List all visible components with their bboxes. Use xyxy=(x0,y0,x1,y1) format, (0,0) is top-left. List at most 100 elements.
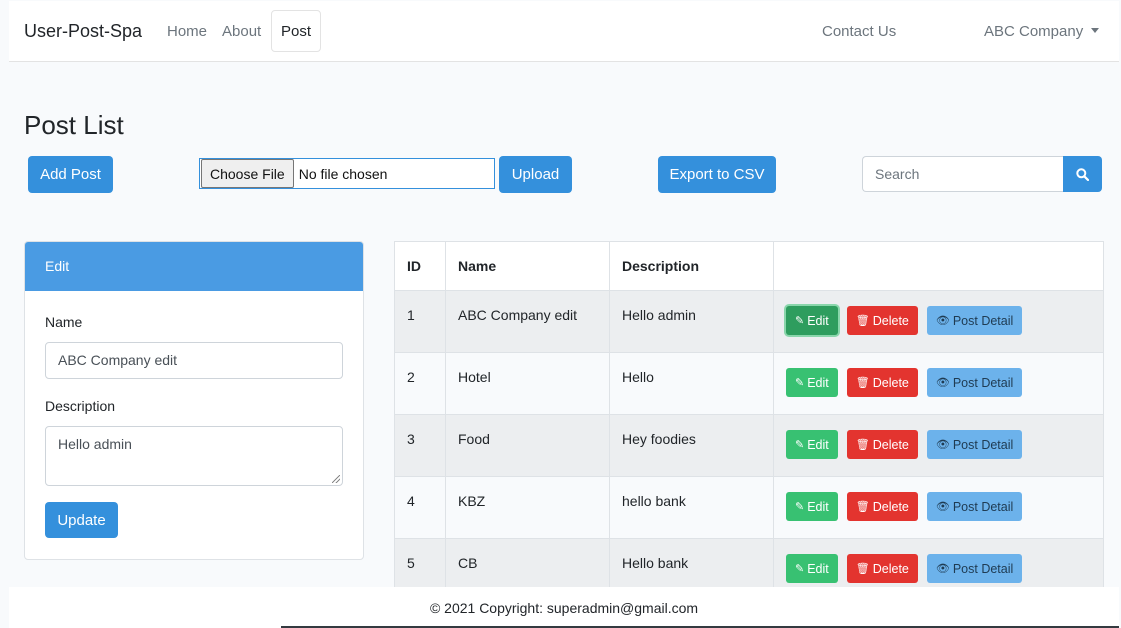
delete-button[interactable]: 🗑 Delete xyxy=(846,306,918,335)
navbar: User-Post-Spa Home About Post Contact Us… xyxy=(9,1,1119,62)
delete-label: Delete xyxy=(872,375,909,390)
export-csv-button[interactable]: Export to CSV xyxy=(658,156,776,193)
edit-button[interactable]: ✎ Edit xyxy=(786,306,838,335)
company-dropdown-label: ABC Company xyxy=(984,23,1084,40)
eye-icon: 👁 xyxy=(935,563,950,575)
table-row: 3 Food Hey foodies ✎ Edit 🗑 Delete 👁 Post Det… xyxy=(394,414,1104,477)
col-header-id: ID xyxy=(394,241,446,291)
file-input[interactable]: Choose File No file chosen xyxy=(199,158,495,189)
edit-card-header: Edit xyxy=(25,242,363,291)
post-detail-button[interactable]: 👁 Post Detail xyxy=(926,306,1023,335)
col-header-actions xyxy=(773,241,1104,291)
description-text: Hello admin xyxy=(58,436,132,452)
post-detail-button[interactable]: 👁 Post Detail xyxy=(926,368,1023,397)
eye-icon: 👁 xyxy=(935,501,950,513)
cell-id: 3 xyxy=(394,414,446,477)
search-icon xyxy=(1076,167,1089,181)
delete-button[interactable]: 🗑 Delete xyxy=(846,430,918,459)
footer-copyright: © 2021 Copyright: superadmin@gmail.com xyxy=(429,600,699,616)
cell-name: KBZ xyxy=(445,476,610,539)
col-header-name: Name xyxy=(445,241,610,291)
post-table: ID Name Description 1 ABC Company edit H… xyxy=(394,241,1104,601)
name-field[interactable]: ABC Company edit xyxy=(45,342,343,379)
post-detail-label: Post Detail xyxy=(952,561,1014,576)
name-label: Name xyxy=(45,314,83,330)
col-header-description: Description xyxy=(609,241,774,291)
delete-label: Delete xyxy=(872,437,909,452)
add-post-button[interactable]: Add Post xyxy=(28,156,113,193)
trash-icon: 🗑 xyxy=(855,315,870,327)
page-title: Post List xyxy=(24,110,124,140)
trash-icon: 🗑 xyxy=(855,377,870,389)
edit-icon: ✎ xyxy=(795,501,805,513)
cell-description: hello bank xyxy=(609,476,774,539)
cell-description: Hello admin xyxy=(609,290,774,353)
edit-button[interactable]: ✎ Edit xyxy=(786,430,838,459)
caret-down-icon xyxy=(1091,28,1100,33)
edit-label: Edit xyxy=(807,375,829,390)
eye-icon: 👁 xyxy=(935,377,950,389)
file-status: No file chosen xyxy=(298,165,388,182)
cell-id: 4 xyxy=(394,476,446,539)
post-detail-label: Post Detail xyxy=(952,437,1014,452)
edit-card: Edit Name ABC Company edit Description H… xyxy=(24,241,364,560)
post-detail-button[interactable]: 👁 Post Detail xyxy=(926,492,1023,521)
eye-icon: 👁 xyxy=(935,439,950,451)
edit-icon: ✎ xyxy=(795,377,805,389)
nav-post[interactable]: Post xyxy=(271,10,322,52)
delete-button[interactable]: 🗑 Delete xyxy=(846,492,918,521)
update-button[interactable]: Update xyxy=(45,502,118,538)
cell-id: 1 xyxy=(394,290,446,353)
edit-button[interactable]: ✎ Edit xyxy=(786,492,838,521)
resize-grip-icon[interactable] xyxy=(332,475,340,483)
edit-button[interactable]: ✎ Edit xyxy=(786,554,838,583)
table-header-row: ID Name Description xyxy=(394,241,1104,291)
description-label: Description xyxy=(45,398,116,414)
post-detail-button[interactable]: 👁 Post Detail xyxy=(926,554,1023,583)
edit-label: Edit xyxy=(807,313,829,328)
edit-label: Edit xyxy=(807,437,829,452)
delete-button[interactable]: 🗑 Delete xyxy=(846,554,918,583)
cell-actions: ✎ Edit 🗑 Delete 👁 Post Detail xyxy=(773,352,1104,415)
post-detail-label: Post Detail xyxy=(952,499,1014,514)
description-field[interactable]: Hello admin xyxy=(45,426,343,486)
delete-label: Delete xyxy=(872,499,909,514)
upload-button[interactable]: Upload xyxy=(499,156,572,193)
edit-icon: ✎ xyxy=(795,439,805,451)
company-dropdown[interactable]: ABC Company xyxy=(984,23,1100,40)
cell-description: Hey foodies xyxy=(609,414,774,477)
post-detail-button[interactable]: 👁 Post Detail xyxy=(926,430,1023,459)
delete-button[interactable]: 🗑 Delete xyxy=(846,368,918,397)
cell-id: 2 xyxy=(394,352,446,415)
trash-icon: 🗑 xyxy=(855,563,870,575)
brand-link[interactable]: User-Post-Spa xyxy=(24,21,142,42)
edit-icon: ✎ xyxy=(795,315,805,327)
cell-name: Hotel xyxy=(445,352,610,415)
table-row: 1 ABC Company edit Hello admin ✎ Edit 🗑 Del… xyxy=(394,290,1104,353)
edit-icon: ✎ xyxy=(795,563,805,575)
cell-name: ABC Company edit xyxy=(445,290,610,353)
delete-label: Delete xyxy=(872,561,909,576)
cell-actions: ✎ Edit 🗑 Delete 👁 Post Detail xyxy=(773,290,1104,353)
choose-file-button[interactable]: Choose File xyxy=(201,159,294,188)
table-row: 2 Hotel Hello ✎ Edit 🗑 Delete 👁 Post Detail xyxy=(394,352,1104,415)
nav-about[interactable]: About xyxy=(222,23,261,40)
trash-icon: 🗑 xyxy=(855,439,870,451)
edit-label: Edit xyxy=(807,499,829,514)
cell-actions: ✎ Edit 🗑 Delete 👁 Post Detail xyxy=(773,414,1104,477)
cell-description: Hello xyxy=(609,352,774,415)
nav-home[interactable]: Home xyxy=(167,23,207,40)
search-input[interactable]: Search xyxy=(862,156,1064,192)
edit-label: Edit xyxy=(807,561,829,576)
trash-icon: 🗑 xyxy=(855,501,870,513)
delete-label: Delete xyxy=(872,313,909,328)
post-detail-label: Post Detail xyxy=(952,313,1014,328)
post-detail-label: Post Detail xyxy=(952,375,1014,390)
nav-contact[interactable]: Contact Us xyxy=(822,23,896,40)
footer: © 2021 Copyright: superadmin@gmail.com xyxy=(9,587,1119,628)
table-row: 4 KBZ hello bank ✎ Edit 🗑 Delete 👁 Post Detai… xyxy=(394,476,1104,539)
edit-button[interactable]: ✎ Edit xyxy=(786,368,838,397)
search-button[interactable] xyxy=(1063,156,1102,192)
eye-icon: 👁 xyxy=(935,315,950,327)
cell-name: Food xyxy=(445,414,610,477)
